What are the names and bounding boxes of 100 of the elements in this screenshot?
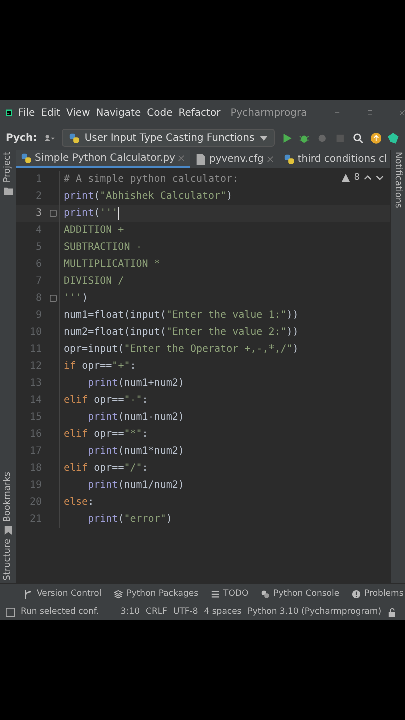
fold-icon[interactable] — [50, 210, 57, 217]
code-line: elif opr=="-": — [63, 395, 148, 406]
line-number: 3 — [34, 208, 42, 219]
line-number: 7 — [34, 276, 42, 287]
panel-icon[interactable] — [6, 608, 15, 616]
code-line: num1=float(input("Enter the value 1:")) — [63, 310, 299, 321]
tool-window-tab[interactable]: Python Packages — [114, 589, 199, 599]
code-line: print(num1*num2) — [87, 446, 184, 457]
code-line: print("Abhishek Calculator") — [63, 191, 233, 202]
text-cursor — [118, 207, 120, 220]
line-number: 10 — [28, 327, 42, 338]
gem-icon[interactable] — [388, 132, 400, 144]
line-number: 11 — [28, 344, 42, 355]
tab-label: Simple Python Calculator.py — [35, 152, 176, 164]
menu-item[interactable]: Edit — [41, 108, 61, 118]
code-line: opr=input("Enter the Operator +,-,*,/") — [63, 344, 299, 355]
bookmark-icon[interactable] — [4, 526, 12, 536]
tab-label: third conditions cl — [298, 154, 388, 164]
warning-count[interactable]: 8 — [354, 173, 360, 183]
line-number: 14 — [28, 395, 42, 406]
line-number: 16 — [28, 429, 42, 440]
line-number: 15 — [28, 412, 42, 423]
code-line: elif opr=="*": — [63, 429, 148, 440]
folder-icon[interactable] — [4, 186, 12, 196]
code-line: print(num1-num2) — [87, 412, 184, 423]
fold-icon[interactable] — [50, 295, 57, 302]
code-line: DIVISION / — [63, 276, 124, 287]
tool-window-tab[interactable]: Python Console — [260, 589, 340, 599]
tool-window-tab[interactable]: Problems — [352, 589, 404, 599]
chevron-up-icon[interactable] — [364, 174, 372, 182]
code-line: SUBTRACTION - — [63, 242, 142, 253]
bookmarks-tool-tab[interactable]: Bookmarks — [3, 472, 13, 522]
line-number: 8 — [34, 293, 42, 304]
project-name[interactable]: Pych: — [6, 132, 38, 144]
line-number: 2 — [34, 191, 42, 202]
status-item[interactable]: CRLF — [146, 607, 168, 617]
project-tool-tab[interactable]: Project — [3, 152, 13, 183]
code-line: elif opr=="/": — [63, 463, 148, 474]
line-number: 9 — [34, 310, 42, 321]
menu-item[interactable]: View — [66, 108, 90, 118]
list-icon — [210, 590, 220, 598]
code-line: print("error") — [87, 514, 172, 525]
caret-icon — [260, 136, 268, 140]
file-tab[interactable]: Simple Python Calculator.py — [16, 150, 190, 168]
status-item[interactable]: Python 3.10 (Pycharmprogram) — [248, 607, 382, 617]
line-number: 5 — [34, 242, 42, 253]
code-line: # A simple python calculator: — [63, 174, 239, 185]
python-icon — [260, 590, 270, 598]
line-number: 17 — [28, 446, 42, 457]
line-number: 12 — [28, 361, 42, 372]
line-number: 4 — [34, 225, 42, 236]
run-icon[interactable] — [282, 132, 292, 144]
code-line: print(''' — [63, 208, 118, 219]
file-tab[interactable]: third conditions cl — [278, 150, 390, 168]
layers-icon — [114, 590, 123, 598]
file-tab[interactable]: pyvenv.cfg — [190, 150, 279, 168]
menu-item[interactable]: Refactor — [178, 108, 221, 118]
line-number: 13 — [28, 378, 42, 389]
code-line: print(num1/num2) — [87, 480, 184, 491]
code-line: ''') — [63, 293, 88, 304]
search-icon[interactable] — [352, 132, 364, 144]
run-config-dropdown[interactable]: User Input Type Casting Functions — [62, 129, 275, 147]
code-line: if opr=="+": — [63, 361, 136, 372]
python-icon — [68, 132, 80, 144]
close-tab-icon[interactable] — [266, 156, 274, 162]
line-number: 6 — [34, 259, 42, 270]
file-icon — [195, 154, 206, 164]
update-icon[interactable] — [370, 132, 382, 144]
status-item[interactable]: 3:10 — [120, 607, 140, 617]
window-title: Pycharmprogra — [230, 108, 308, 118]
close-icon[interactable] — [400, 108, 405, 118]
menu-item[interactable]: Navigate — [96, 108, 142, 118]
chevron-down-icon[interactable] — [376, 174, 384, 182]
menu-item[interactable]: File — [18, 108, 36, 118]
warning-icon[interactable] — [342, 174, 350, 182]
line-number: 19 — [28, 480, 42, 491]
status-item[interactable]: 4 spaces — [204, 607, 242, 617]
maximize-icon[interactable] — [368, 108, 372, 118]
notifications-tool-tab[interactable]: Notifications — [393, 152, 403, 208]
tab-label: pyvenv.cfg — [209, 154, 264, 164]
lock-icon[interactable] — [388, 608, 397, 616]
line-number: 21 — [28, 514, 42, 525]
line-number: 20 — [28, 497, 42, 508]
python-file-icon — [21, 152, 32, 164]
status-item[interactable]: UTF-8 — [173, 607, 198, 617]
line-number: 1 — [34, 174, 42, 185]
code-line: ADDITION + — [63, 225, 124, 236]
info-icon — [352, 590, 361, 598]
menu-item[interactable]: Code — [147, 108, 173, 118]
structure-tool-tab[interactable]: Structure — [3, 539, 13, 581]
python-file-icon — [284, 154, 295, 164]
code-line: else: — [63, 497, 94, 508]
status-item: Run selected conf. — [21, 607, 99, 617]
tool-window-tab[interactable]: Version Control — [24, 589, 102, 599]
code-line: print(num1+num2) — [87, 378, 184, 389]
code-line: num2=float(input("Enter the value 2:")) — [63, 327, 299, 338]
code-line: MULTIPLICATION * — [63, 259, 160, 270]
line-number: 18 — [28, 463, 42, 474]
tool-window-tab[interactable]: TODO — [210, 589, 249, 599]
branch-icon — [24, 590, 33, 598]
